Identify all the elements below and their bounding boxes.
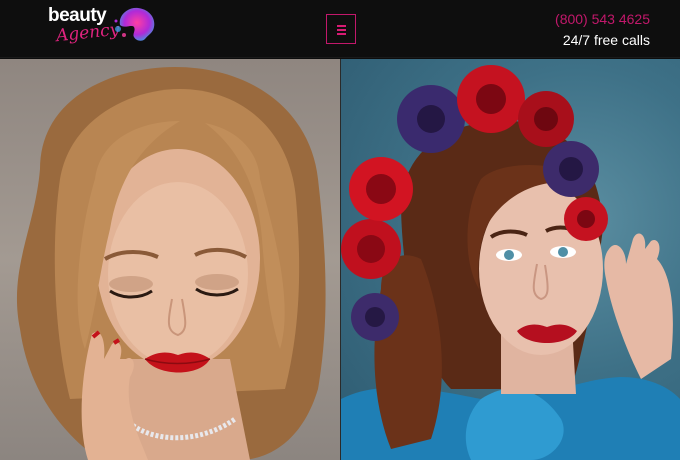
site-header: beauty Agency (800) 543 4625 24/7 free c… bbox=[0, 0, 680, 58]
contact-block: (800) 543 4625 24/7 free calls bbox=[555, 11, 650, 50]
phone-link[interactable]: (800) 543 4625 bbox=[555, 11, 650, 28]
flower-crown-model-illustration bbox=[341, 65, 680, 460]
calls-note: 24/7 free calls bbox=[562, 32, 650, 48]
logo-script: Agency bbox=[55, 19, 121, 47]
menu-bar-1 bbox=[337, 25, 346, 27]
menu-bar-2 bbox=[337, 29, 346, 31]
woman-silhouette-logo-icon bbox=[114, 7, 155, 41]
gallery-photo-right[interactable] bbox=[341, 59, 680, 460]
gallery-photo-left[interactable] bbox=[0, 59, 340, 460]
menu-bar-3 bbox=[337, 33, 346, 35]
blonde-model-illustration bbox=[16, 67, 326, 460]
brand-logo[interactable]: beauty Agency bbox=[46, 4, 158, 54]
menu-toggle-button[interactable] bbox=[326, 14, 356, 44]
